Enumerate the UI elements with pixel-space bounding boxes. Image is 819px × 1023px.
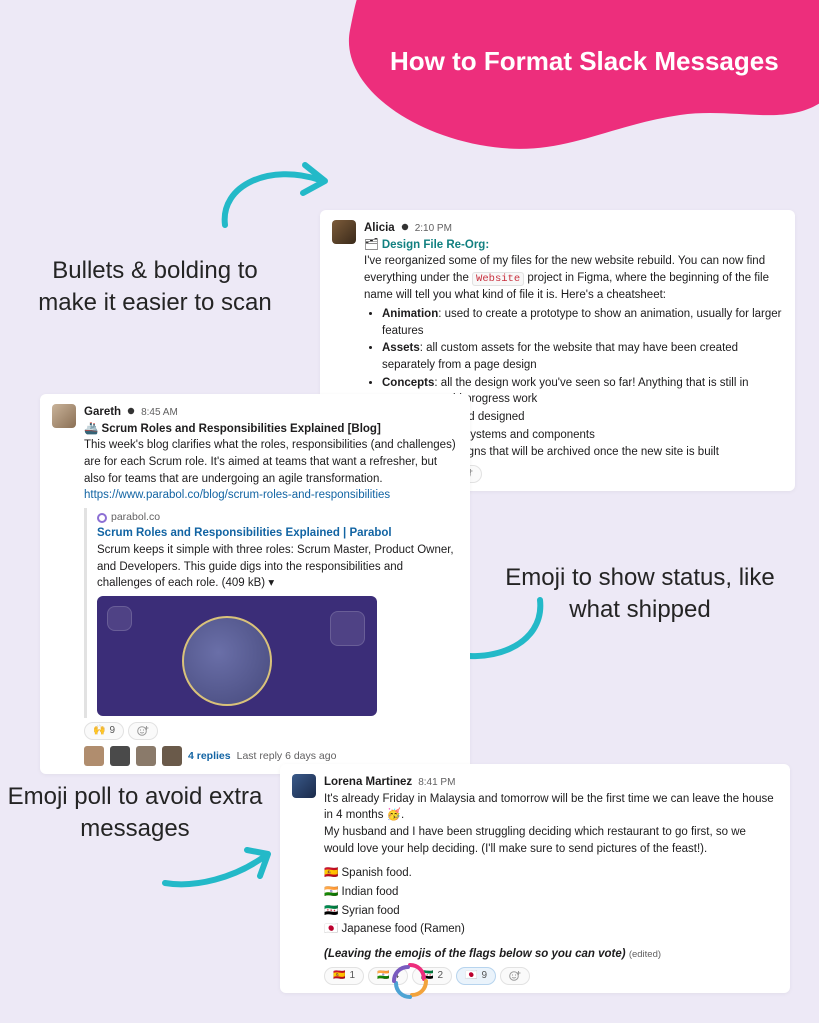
timestamp[interactable]: 2:10 PM xyxy=(415,222,452,237)
page-title: How to Format Slack Messages xyxy=(390,46,779,77)
reaction-bar: 🙌9 xyxy=(84,722,458,741)
status-icon xyxy=(127,404,135,421)
user-name[interactable]: Gareth xyxy=(84,404,121,421)
message-title-line: 🗂 Design File Re-Org: xyxy=(364,237,783,254)
avatar[interactable] xyxy=(332,220,356,244)
annotation-emoji-poll: Emoji poll to avoid extra messages xyxy=(5,781,265,846)
header-blob xyxy=(330,0,819,160)
add-reaction-button[interactable] xyxy=(128,722,158,741)
message-body-text: This week's blog clarifies what the role… xyxy=(84,437,458,487)
reply-avatar xyxy=(84,746,104,766)
user-name[interactable]: Alicia xyxy=(364,220,395,237)
parabol-favicon xyxy=(97,513,107,523)
folder-icon: 🗂 xyxy=(364,239,379,251)
poll-option: 🇯🇵 Japanese food (Ramen) xyxy=(324,921,778,938)
add-reaction-button[interactable] xyxy=(500,967,530,986)
reaction-chip[interactable]: 🇯🇵9 xyxy=(456,967,496,986)
message-line-1: It's already Friday in Malaysia and tomo… xyxy=(324,791,778,824)
message-intro: I've reorganized some of my files for th… xyxy=(364,253,783,304)
unfurl-site: parabol.co xyxy=(97,510,458,525)
reaction-chip[interactable]: 🙌9 xyxy=(84,722,124,741)
message-title-line: 🚢 Scrum Roles and Responsibilities Expla… xyxy=(84,421,458,438)
parabol-logo xyxy=(390,961,430,1001)
slack-message-lorena: Lorena Martinez 8:41 PM It's already Fri… xyxy=(280,764,790,993)
avatar[interactable] xyxy=(52,404,76,428)
timestamp[interactable]: 8:41 PM xyxy=(418,776,455,791)
unfurl-image[interactable] xyxy=(97,596,377,716)
message-title: Scrum Roles and Responsibilities Explain… xyxy=(102,423,381,435)
list-item: Assets: all custom assets for the websit… xyxy=(382,340,783,373)
poll-option: 🇮🇳 Indian food xyxy=(324,884,778,901)
slack-message-gareth: Gareth 8:45 AM 🚢 Scrum Roles and Respons… xyxy=(40,394,470,774)
replies-link[interactable]: 4 replies xyxy=(188,749,231,764)
avatar[interactable] xyxy=(292,774,316,798)
message-link[interactable]: https://www.parabol.co/blog/scrum-roles-… xyxy=(84,489,390,501)
message-line-2: My husband and I have been struggling de… xyxy=(324,824,778,857)
reply-avatar xyxy=(162,746,182,766)
reply-avatar xyxy=(136,746,156,766)
annotation-bullets-bolding: Bullets & bolding to make it easier to s… xyxy=(25,255,285,320)
reply-avatar xyxy=(110,746,130,766)
last-reply-time: Last reply 6 days ago xyxy=(237,749,337,764)
poll-option: 🇪🇸 Spanish food. xyxy=(324,865,778,882)
list-item: Animation: used to create a prototype to… xyxy=(382,306,783,339)
timestamp[interactable]: 8:45 AM xyxy=(141,406,178,421)
code-chip: Website xyxy=(472,272,524,286)
status-icon xyxy=(401,220,409,237)
unfurl-description: Scrum keeps it simple with three roles: … xyxy=(97,542,458,592)
reaction-chip[interactable]: 🇪🇸1 xyxy=(324,967,364,986)
user-name[interactable]: Lorena Martinez xyxy=(324,774,412,791)
arrow-3 xyxy=(155,838,280,893)
unfurl-title[interactable]: Scrum Roles and Responsibilities Explain… xyxy=(97,527,392,539)
poll-option: 🇸🇾 Syrian food xyxy=(324,903,778,920)
message-title: Design File Re-Org: xyxy=(382,239,489,251)
link-unfurl: parabol.co Scrum Roles and Responsibilit… xyxy=(84,508,458,718)
edited-label: (edited) xyxy=(629,949,661,960)
ship-icon: 🚢 xyxy=(84,423,98,435)
